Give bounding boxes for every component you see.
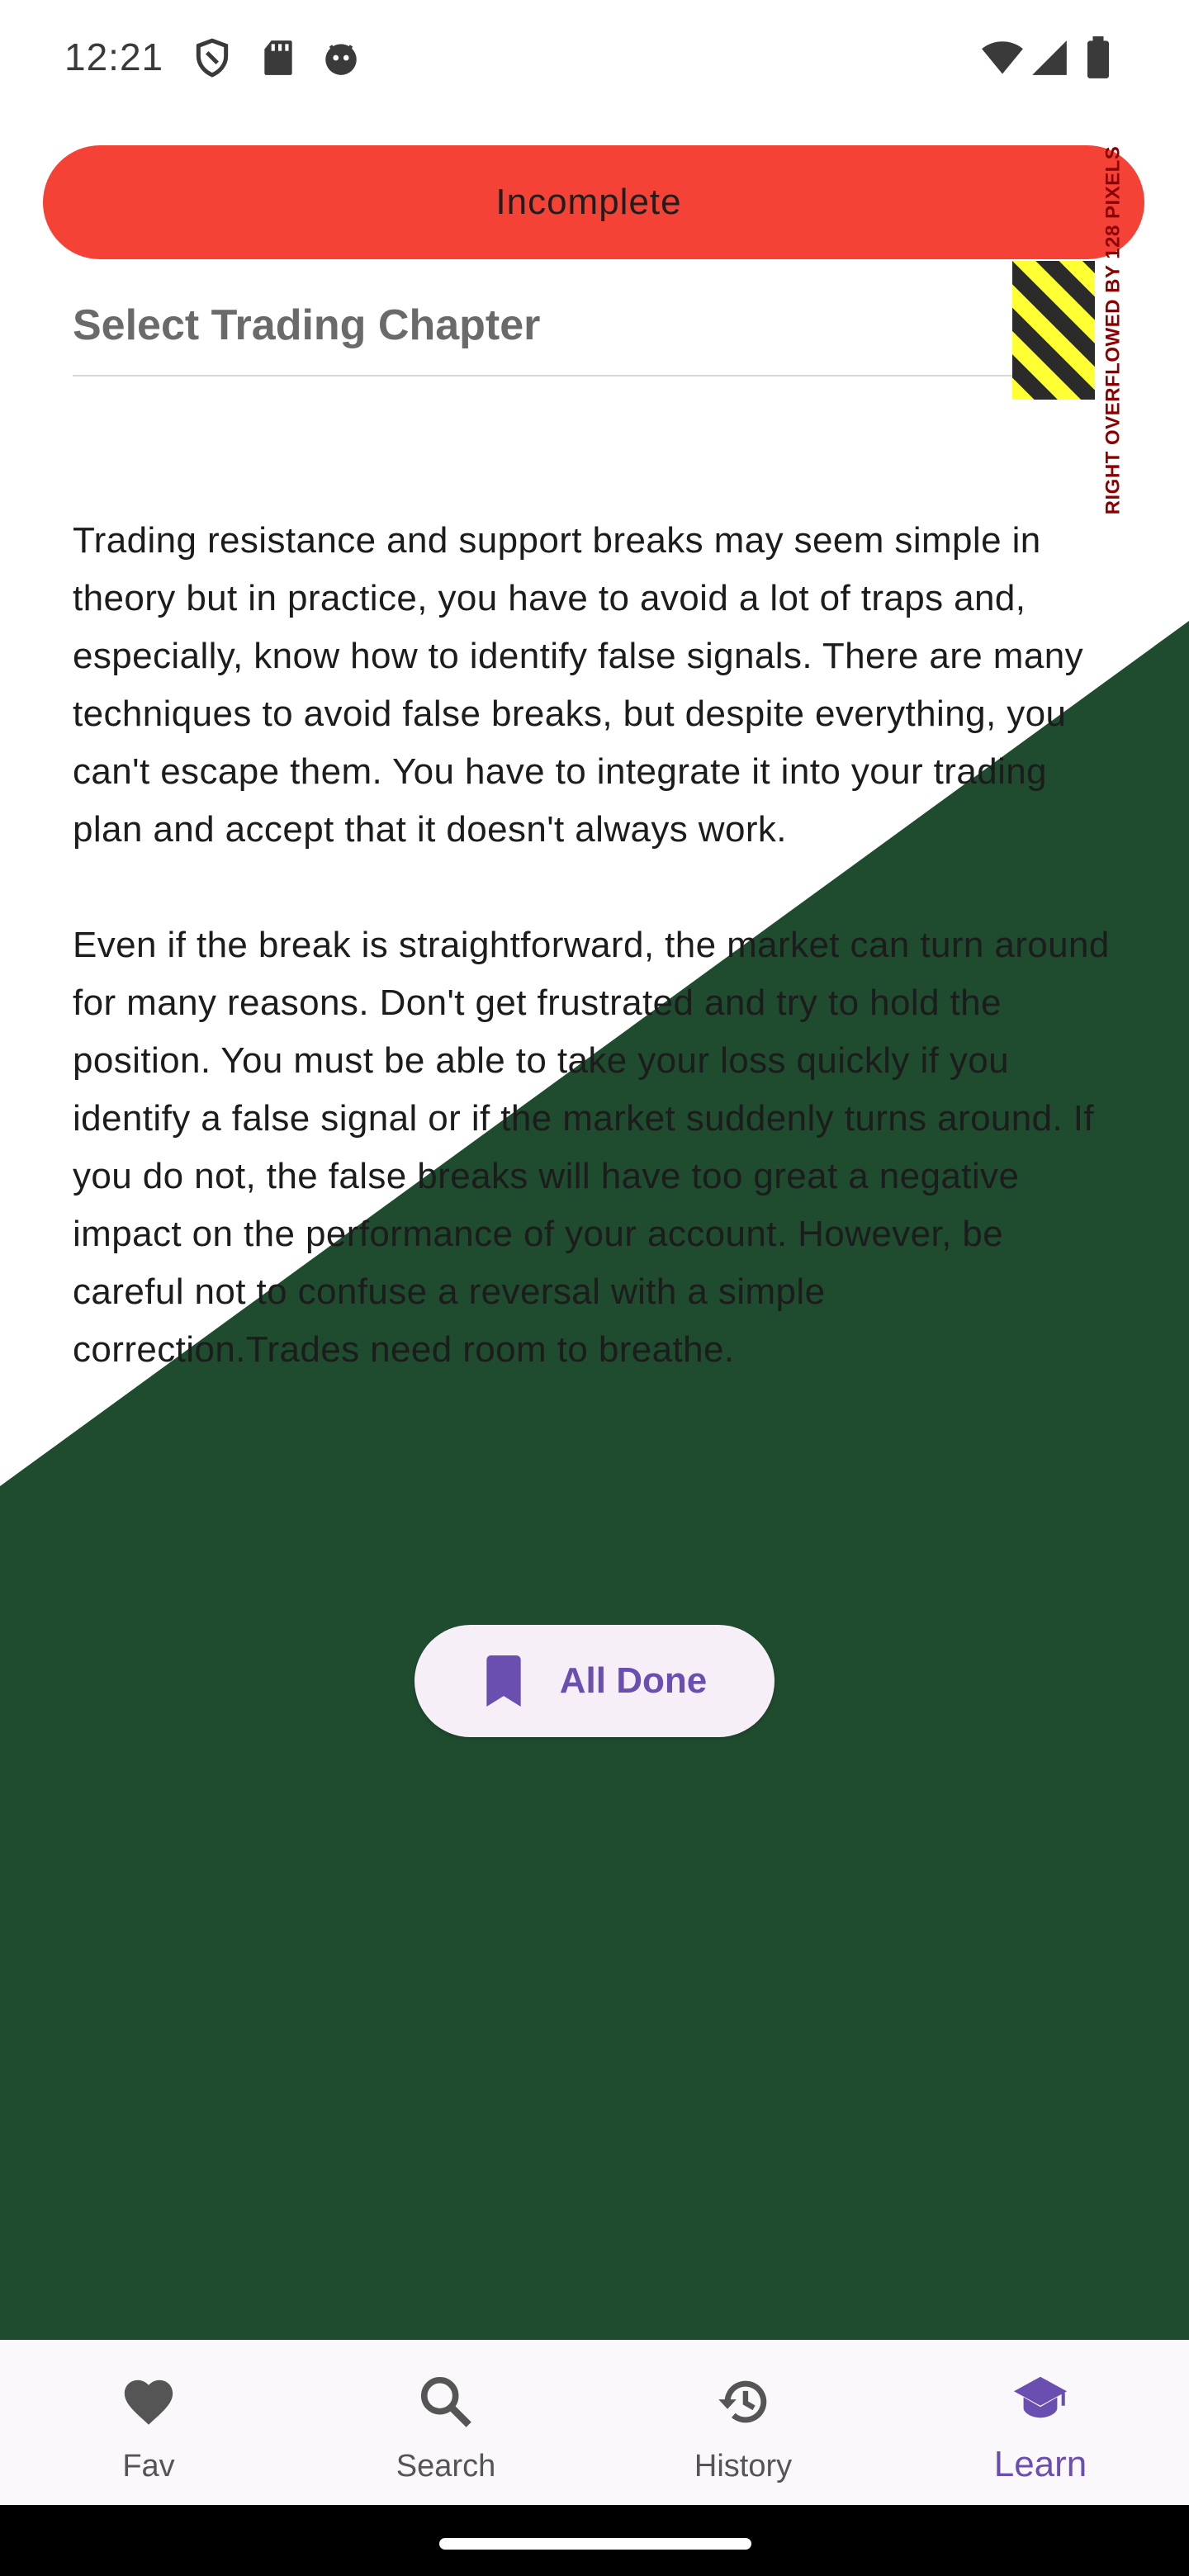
all-done-button[interactable]: All Done <box>414 1625 775 1737</box>
nav-item-search[interactable]: Search <box>297 2340 594 2505</box>
battery-icon <box>1087 36 1109 78</box>
nav-item-fav[interactable]: Fav <box>0 2340 297 2505</box>
overflow-warning-label: RIGHT OVERFLOWED BY 128 PIXELS <box>1101 145 1125 515</box>
graduation-cap-icon <box>1013 2376 1068 2418</box>
chapter-content: Trading resistance and support breaks ma… <box>73 512 1121 1437</box>
incomplete-label: Incomplete <box>495 182 682 222</box>
gesture-handle[interactable] <box>439 2538 751 2550</box>
overflow-warning-text: RIGHT OVERFLOWED BY 128 PIXELS <box>1088 145 1138 515</box>
nav-label-fav: Fav <box>122 2449 175 2484</box>
nav-label-history: History <box>694 2449 793 2484</box>
bookmark-icon <box>486 1655 521 1707</box>
nav-item-history[interactable]: History <box>594 2340 892 2505</box>
content-paragraph-2: Even if the break is straightforward, th… <box>73 925 1110 1370</box>
bottom-navigation: Fav Search History Learn <box>0 2340 1189 2505</box>
overflow-warning-stripes <box>1012 261 1095 400</box>
system-navigation-bar <box>0 2505 1189 2576</box>
heart-icon <box>124 2379 173 2425</box>
status-bar: 12:21 <box>0 0 1189 124</box>
all-done-label: All Done <box>559 1660 708 1701</box>
incomplete-button[interactable]: Incomplete <box>43 145 1144 259</box>
shield-icon <box>196 38 229 78</box>
nav-item-learn[interactable]: Learn <box>892 2340 1189 2505</box>
status-time: 12:21 <box>64 36 164 78</box>
wifi-icon <box>982 41 1023 74</box>
chapter-select-label: Select Trading Chapter <box>73 301 541 349</box>
history-icon <box>718 2380 767 2423</box>
screen: 12:21 Incomplete RIGHT OVERFLOWED BY 128… <box>0 0 1189 2576</box>
content-paragraph-1: Trading resistance and support breaks ma… <box>73 520 1083 850</box>
search-icon <box>420 2376 471 2427</box>
face-icon <box>325 44 357 75</box>
sd-card-icon <box>264 40 292 75</box>
nav-label-search: Search <box>396 2449 496 2484</box>
chapter-select-field[interactable]: Select Trading Chapter <box>73 294 1093 376</box>
nav-label-learn: Learn <box>993 2444 1087 2484</box>
signal-icon <box>1032 40 1067 75</box>
